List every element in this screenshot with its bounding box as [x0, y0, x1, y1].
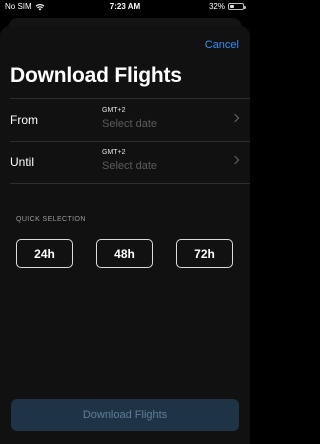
download-sheet: [0, 26, 250, 444]
status-bar: No SIM 7:23 AM 32%: [0, 0, 250, 14]
from-date-value: Select date: [102, 118, 158, 130]
until-date-value: Select date: [102, 160, 158, 172]
quick-select-72h-button[interactable]: 72h: [176, 239, 233, 268]
quick-selection-label: QUICK SELECTION: [16, 216, 86, 223]
page-title: Download Flights: [10, 64, 182, 87]
chevron-right-icon: [230, 113, 240, 123]
from-label: From: [10, 113, 38, 127]
battery-icon: [228, 3, 246, 10]
from-timezone: GMT+2: [102, 107, 126, 114]
battery-percent: 32%: [208, 2, 225, 11]
until-label: Until: [10, 155, 35, 169]
battery-tip: [244, 6, 246, 9]
until-date-row[interactable]: Until GMT+2 Select date: [10, 141, 250, 184]
quick-select-24h-button[interactable]: 24h: [16, 239, 73, 268]
battery-fill: [230, 5, 234, 8]
cancel-button[interactable]: Cancel: [205, 39, 239, 51]
until-timezone: GMT+2: [102, 149, 126, 156]
chevron-right-icon: [230, 155, 240, 165]
status-right: 32%: [208, 2, 246, 11]
from-date-row[interactable]: From GMT+2 Select date: [10, 98, 250, 142]
download-flights-button[interactable]: Download Flights: [11, 399, 239, 431]
quick-select-48h-button[interactable]: 48h: [96, 239, 153, 268]
